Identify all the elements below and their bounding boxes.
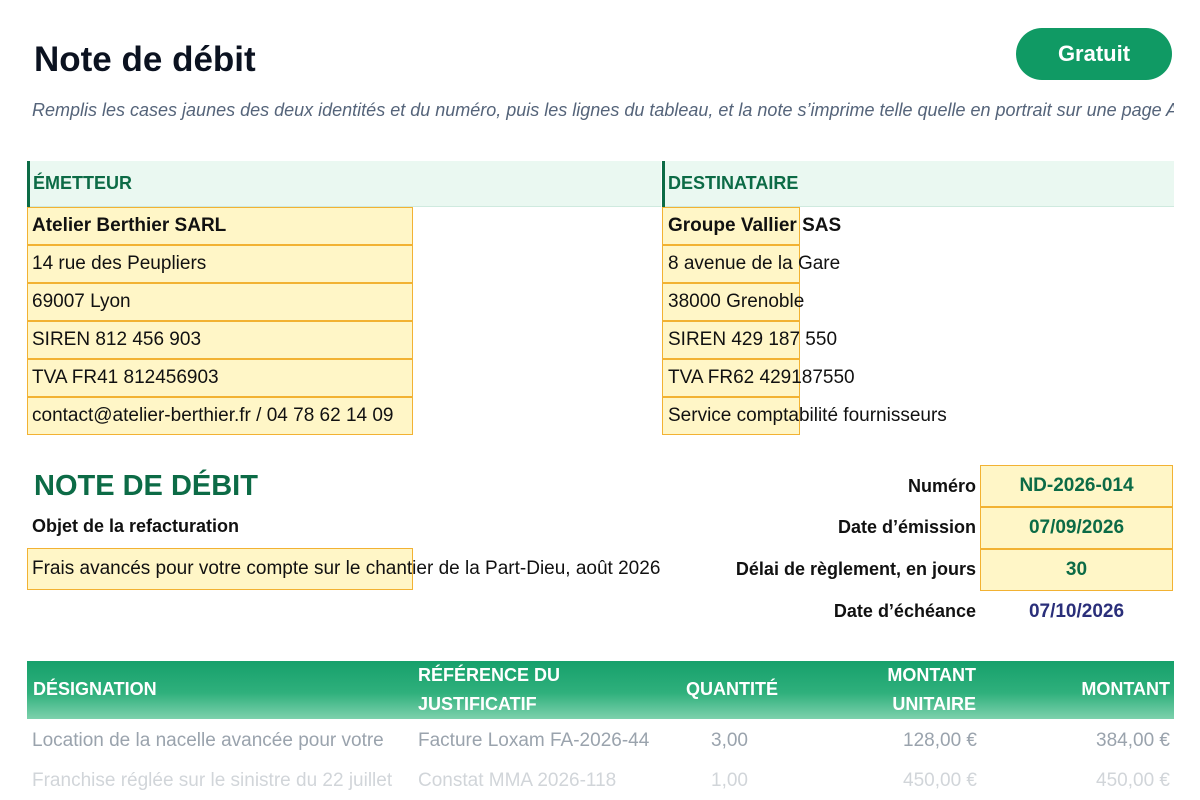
col-reference-line1: RÉFÉRENCE DU [418, 665, 561, 685]
emetteur-header: ÉMETTEUR [27, 161, 661, 207]
row-quantite: 1,00 [711, 770, 748, 791]
emission-date-field[interactable]: 07/09/2026 [980, 507, 1173, 549]
row-designation: Location de la nacelle avancée pour votr… [32, 730, 384, 751]
col-unitaire-line1: MONTANT [887, 665, 976, 685]
emetteur-label: ÉMETTEUR [33, 173, 132, 193]
row-montant: 450,00 € [1096, 770, 1170, 791]
row-designation: Franchise réglée sur le sinistre du 22 j… [32, 770, 393, 791]
destinataire-service: Service comptabilité fournisseurs [668, 405, 947, 426]
objet-label: Objet de la refacturation [32, 516, 240, 536]
col-unitaire-line2: UNITAIRE [892, 694, 976, 714]
destinataire-name: Groupe Vallier SAS [668, 215, 842, 236]
emetteur-city: 69007 Lyon [32, 291, 131, 312]
emetteur-siren: SIREN 812 456 903 [32, 329, 202, 350]
emission-label: Date d’émission [837, 517, 976, 537]
echeance-label: Date d’échéance [833, 601, 976, 621]
table-header: DÉSIGNATION RÉFÉRENCE DU JUSTIFICATIF QU… [27, 661, 1174, 719]
emetteur-accent-bar [27, 161, 30, 207]
objet-value: Frais avancés pour votre compte sur le c… [32, 558, 661, 579]
col-montant: MONTANT [1081, 679, 1170, 699]
delai-label: Délai de règlement, en jours [735, 559, 976, 579]
row-unitaire: 450,00 € [903, 770, 977, 791]
gratuit-button[interactable]: Gratuit [1016, 28, 1172, 80]
destinataire-city: 38000 Grenoble [668, 291, 805, 312]
numero-label: Numéro [907, 476, 976, 496]
numero-field[interactable]: ND-2026-014 [980, 465, 1173, 507]
col-designation: DÉSIGNATION [33, 679, 157, 699]
destinataire-accent-bar [662, 161, 665, 207]
emetteur-address: 14 rue des Peupliers [32, 253, 207, 274]
note-heading: NOTE DE DÉBIT [34, 470, 258, 502]
row-montant: 384,00 € [1096, 730, 1170, 751]
emetteur-contact: contact@atelier-berthier.fr / 04 78 62 1… [32, 405, 394, 426]
row-quantite: 3,00 [711, 730, 748, 751]
col-reference-line2: JUSTIFICATIF [418, 694, 537, 714]
destinataire-siren: SIREN 429 187 550 [668, 329, 838, 350]
emetteur-tva: TVA FR41 812456903 [32, 367, 219, 388]
table-row[interactable]: Location de la nacelle avancée pour votr… [27, 722, 1174, 760]
row-unitaire: 128,00 € [903, 730, 977, 751]
destinataire-label: DESTINATAIRE [668, 173, 799, 193]
destinataire-tva: TVA FR62 429187550 [668, 367, 855, 388]
echeance-value: 07/10/2026 [1028, 601, 1125, 622]
row-reference: Constat MMA 2026-118 [418, 770, 617, 791]
emetteur-name: Atelier Berthier SARL [32, 215, 227, 236]
delai-field[interactable]: 30 [980, 549, 1173, 591]
table-row[interactable]: Franchise réglée sur le sinistre du 22 j… [27, 762, 1174, 800]
destinataire-address: 8 avenue de la Gare [668, 253, 841, 274]
page-title: Note de débit [34, 40, 256, 79]
row-reference: Facture Loxam FA-2026-44 [418, 730, 650, 751]
destinataire-header: DESTINATAIRE [662, 161, 1174, 207]
col-quantite: QUANTITÉ [686, 679, 778, 699]
instructions-text: Remplis les cases jaunes des deux identi… [32, 100, 1174, 120]
